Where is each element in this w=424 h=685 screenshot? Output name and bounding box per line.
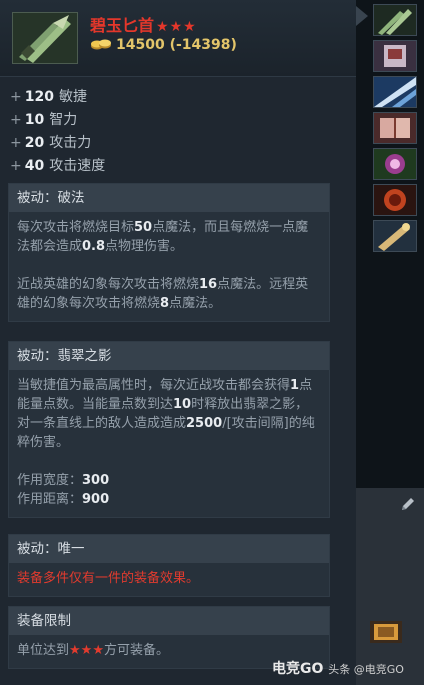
inventory-item-2-icon[interactable] — [373, 40, 417, 72]
stat-label: 作用宽度： — [17, 473, 83, 488]
stat-value: 900 — [82, 492, 110, 507]
attribute-plus: + — [10, 89, 22, 105]
text-segment: 单位达到 — [17, 643, 70, 658]
gold-coin-icon — [90, 37, 112, 51]
section-paragraph: 当敏捷值为最高属性时，每次近战攻击都会获得1点能量点数。当能量点数到达10时释放… — [17, 376, 321, 452]
section-mana-break: 被动：破法 每次攻击将燃烧目标50点魔法，而且每燃烧一点魔法都会造成0.8点物理… — [8, 183, 330, 322]
attribute-row: +120 敏捷 — [10, 86, 105, 109]
item-tooltip: 碧玉匕首 ★★★ 14500 (-14398) +120 敏捷 +10 智力 +20 攻… — [0, 0, 357, 685]
attribute-label: 攻击力 — [49, 135, 92, 151]
attribute-label: 智力 — [49, 112, 78, 128]
section-body: 装备多件仅有一件的装备效果。 — [9, 563, 329, 596]
highlight-value: 2500 — [186, 416, 223, 431]
pointer-arrow-icon — [356, 6, 368, 26]
highlight-value: 16 — [199, 277, 218, 292]
attribute-row: +20 攻击力 — [10, 132, 105, 155]
section-title: 被动：翡翠之影 — [9, 342, 329, 370]
watermark-sub: 头条 @电竞GO — [328, 663, 404, 676]
text-segment: 每次攻击将燃烧目标 — [17, 220, 135, 235]
attribute-value: 120 — [24, 89, 54, 105]
highlight-value: 8 — [160, 296, 170, 311]
section-paragraph: 每次攻击将燃烧目标50点魔法，而且每燃烧一点魔法都会造成0.8点物理伤害。 — [17, 218, 321, 256]
inventory-item-5-icon[interactable] — [373, 148, 417, 180]
attribute-plus: + — [10, 158, 22, 174]
item-stars: ★★★ — [156, 19, 197, 35]
item-cost: 14500 — [116, 37, 165, 53]
watermark: 电竞GO 头条 @电竞GO — [272, 658, 404, 678]
attribute-label: 敏捷 — [58, 89, 87, 105]
stat-label: 作用距离： — [17, 492, 83, 507]
item-cost-row: 14500 (-14398) — [90, 37, 237, 53]
section-paragraph: 近战英雄的幻象每次攻击将燃烧16点魔法。远程英雄的幻象每次攻击将燃烧8点魔法。 — [17, 275, 321, 313]
attribute-value: 10 — [24, 112, 45, 128]
inventory-item-4-icon[interactable] — [373, 112, 417, 144]
text-segment: 近战英雄的幻象每次攻击将燃烧 — [17, 277, 200, 292]
text-segment: 点物理伤害。 — [105, 239, 184, 254]
attribute-value: 40 — [24, 158, 45, 174]
inventory-item-7-icon[interactable] — [373, 220, 417, 252]
section-unique: 被动：唯一 装备多件仅有一件的装备效果。 — [8, 534, 330, 597]
item-title: 碧玉匕首 ★★★ — [90, 12, 197, 36]
highlight-value: 10 — [173, 397, 192, 412]
highlight-value: 50 — [134, 220, 153, 235]
attribute-label: 攻击速度 — [49, 158, 106, 174]
edit-pen-icon[interactable] — [400, 496, 416, 512]
inventory-item-6-icon[interactable] — [373, 184, 417, 216]
attribute-plus: + — [10, 135, 22, 151]
highlight-value: 1 — [290, 378, 300, 393]
item-name: 碧玉匕首 — [90, 16, 155, 35]
text-segment: 当敏捷值为最高属性时，每次近战攻击都会获得 — [17, 378, 291, 393]
restriction-stars: ★★★ — [69, 643, 104, 658]
section-paragraph: 作用宽度：300 作用距离：900 — [17, 471, 321, 509]
inventory-item-3-icon[interactable] — [373, 76, 417, 108]
highlight-value: 0.8 — [82, 239, 106, 254]
section-title: 装备限制 — [9, 607, 329, 635]
side-panel — [356, 488, 424, 685]
section-jade-shadow: 被动：翡翠之影 当敏捷值为最高属性时，每次近战攻击都会获得1点能量点数。当能量点… — [8, 341, 330, 518]
section-title: 被动：破法 — [9, 184, 329, 212]
section-title: 被动：唯一 — [9, 535, 329, 563]
attribute-row: +40 攻击速度 — [10, 155, 105, 178]
unique-effect-text: 装备多件仅有一件的装备效果。 — [17, 571, 200, 586]
attribute-value: 20 — [24, 135, 45, 151]
attribute-list: +120 敏捷 +10 智力 +20 攻击力 +40 攻击速度 — [10, 86, 105, 178]
item-jade-dagger-icon — [12, 12, 78, 64]
text-segment: 方可装备。 — [103, 643, 169, 658]
text-segment: 点魔法。 — [169, 296, 222, 311]
attribute-plus: + — [10, 112, 22, 128]
item-cost-delta: (-14398) — [169, 37, 237, 53]
section-body: 每次攻击将燃烧目标50点魔法，而且每燃烧一点魔法都会造成0.8点物理伤害。 近战… — [9, 212, 329, 321]
tooltip-header: 碧玉匕首 ★★★ 14500 (-14398) — [0, 0, 356, 77]
inventory-item-1-icon[interactable] — [373, 4, 417, 36]
stat-value: 300 — [82, 473, 110, 488]
attribute-row: +10 智力 — [10, 109, 105, 132]
section-body: 当敏捷值为最高属性时，每次近战攻击都会获得1点能量点数。当能量点数到达10时释放… — [9, 370, 329, 517]
scroll-icon[interactable] — [366, 615, 406, 649]
watermark-main: 电竞GO — [272, 661, 324, 677]
